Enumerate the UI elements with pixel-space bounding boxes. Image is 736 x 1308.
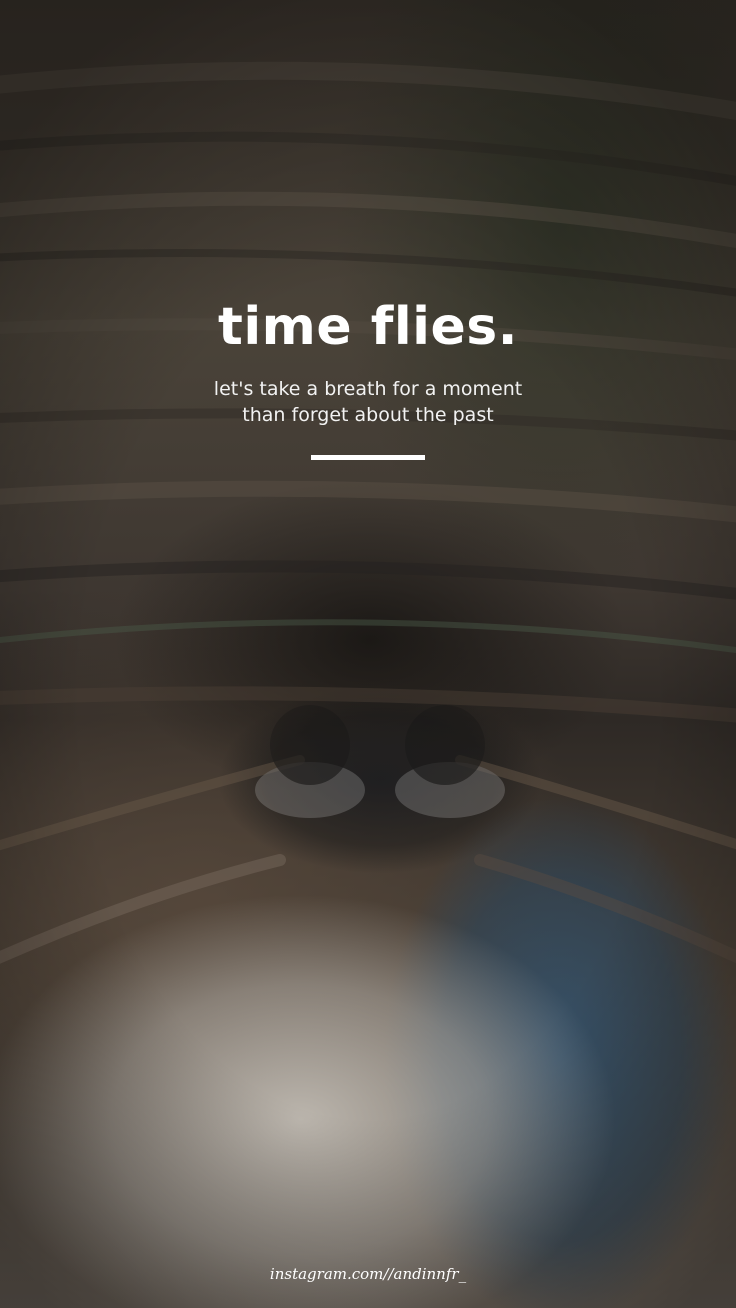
blurred-photo-background: time flies. let's take a breath for a mo… bbox=[0, 0, 736, 1308]
poster-title: time flies. bbox=[218, 297, 518, 357]
instagram-credit: instagram.com//andinnfr_ bbox=[269, 1265, 467, 1283]
poster-subtitle: let's take a breath for a moment than fo… bbox=[0, 376, 736, 428]
subtitle-line-2: than forget about the past bbox=[242, 404, 494, 426]
subtitle-line-1: let's take a breath for a moment bbox=[213, 378, 523, 400]
title-divider bbox=[311, 455, 425, 460]
vignette-overlay bbox=[0, 0, 736, 1308]
